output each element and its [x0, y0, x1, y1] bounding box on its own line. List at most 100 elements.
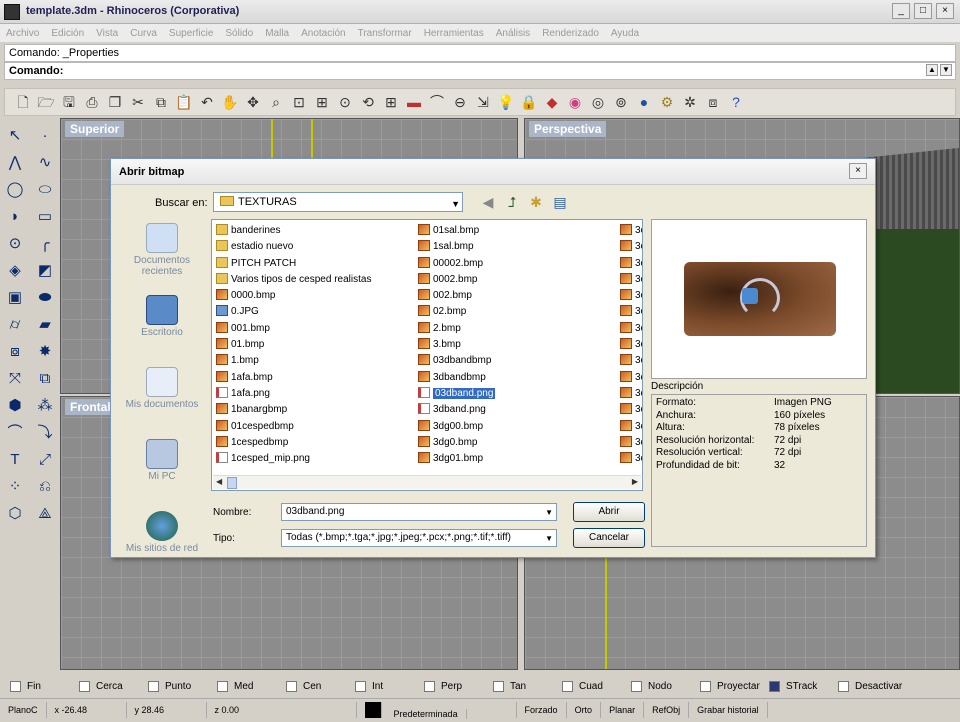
file-item[interactable]: 3c	[618, 288, 642, 304]
rectangle-icon[interactable]: ▭	[32, 205, 58, 229]
twist-icon[interactable]: ⤵	[32, 421, 58, 445]
curve-icon[interactable]: ∿	[32, 151, 58, 175]
file-item[interactable]: 3c	[618, 402, 642, 418]
status-layer[interactable]: Predeterminada	[357, 701, 517, 719]
file-item[interactable]: 002.bmp	[416, 288, 616, 304]
layers-icon[interactable]: ◆	[542, 92, 562, 112]
filename-input[interactable]: 03dband.png ▼	[281, 503, 557, 521]
text-icon[interactable]: T	[2, 448, 28, 472]
osnap-checkbox[interactable]	[355, 680, 366, 692]
ellipse-icon[interactable]: ⬭	[32, 178, 58, 202]
file-item[interactable]: 3c	[618, 272, 642, 288]
file-item[interactable]: 3dbandbmp	[416, 370, 616, 386]
status-snap-forced[interactable]: Forzado	[517, 701, 567, 718]
file-item[interactable]: 001.bmp	[214, 321, 414, 337]
render-icon[interactable]: ⬡	[2, 502, 28, 526]
car-wire-icon[interactable]: ⌒	[427, 92, 447, 112]
osnap-checkbox[interactable]	[700, 680, 711, 692]
osnap-desactivar[interactable]: Desactivar	[838, 680, 907, 692]
osnap-cuad[interactable]: Cuad	[562, 680, 631, 692]
boolean-icon[interactable]: ⧇	[2, 340, 28, 364]
osnap-checkbox[interactable]	[838, 680, 849, 692]
file-item[interactable]: 1afa.png	[214, 386, 414, 402]
bend-icon[interactable]: ⌒	[2, 421, 28, 445]
file-item[interactable]: 3c	[618, 451, 642, 467]
file-item[interactable]: 01.bmp	[214, 337, 414, 353]
file-item[interactable]: 2.bmp	[416, 321, 616, 337]
file-item[interactable]: 1cesped_mip.png	[214, 451, 414, 467]
place-network[interactable]: Mis sitios de red	[119, 511, 205, 579]
osnap-checkbox[interactable]	[79, 680, 90, 692]
file-item[interactable]: 3dg00.bmp	[416, 419, 616, 435]
status-ortho[interactable]: Orto	[567, 701, 602, 718]
undo-icon[interactable]: ↶	[197, 92, 217, 112]
wireframe-sphere-icon[interactable]: ◎	[588, 92, 608, 112]
viewport-label-front[interactable]: Frontal	[65, 399, 116, 415]
color-wheel-icon[interactable]: ◉	[565, 92, 585, 112]
fillet-curve-icon[interactable]: ╭	[32, 232, 58, 256]
chevron-down-icon[interactable]: ▼	[545, 505, 553, 521]
osnap-checkbox[interactable]	[493, 680, 504, 692]
place-my-computer[interactable]: Mi PC	[119, 439, 205, 507]
file-item[interactable]: 3c	[618, 223, 642, 239]
place-recent[interactable]: Documentos recientes	[119, 223, 205, 291]
file-item[interactable]: 3c	[618, 337, 642, 353]
file-list[interactable]: banderines estadio nuevo PITCH PATCH Varios…	[211, 219, 643, 491]
print-icon[interactable]: ⎙	[82, 92, 102, 112]
lock-icon[interactable]: 🔒	[519, 92, 539, 112]
surface-icon[interactable]: ◈	[2, 259, 28, 283]
status-record-history[interactable]: Grabar historial	[689, 701, 768, 718]
menu-renderizado[interactable]: Renderizado	[542, 28, 599, 39]
file-item[interactable]: 3c	[618, 239, 642, 255]
file-item[interactable]: 3c	[618, 256, 642, 272]
back-icon[interactable]: ◀	[479, 193, 497, 211]
analyze-icon[interactable]: ⎌	[32, 475, 58, 499]
osnap-nodo[interactable]: Nodo	[631, 680, 700, 692]
file-item[interactable]: 3c	[618, 370, 642, 386]
viewport-label-top[interactable]: Superior	[65, 121, 125, 137]
move-view-icon[interactable]: ✥	[243, 92, 263, 112]
menu-vista[interactable]: Vista	[96, 28, 118, 39]
four-viewports-icon[interactable]: ⊞	[381, 92, 401, 112]
array-icon[interactable]: ⁘	[2, 475, 28, 499]
explode-icon[interactable]: ✸	[32, 340, 58, 364]
file-item[interactable]: 02.bmp	[416, 304, 616, 320]
open-button[interactable]: Abrir	[573, 502, 645, 522]
scroll-left-icon[interactable]: ◀	[216, 477, 222, 486]
menu-archivo[interactable]: Archivo	[6, 28, 39, 39]
zoom-extents-icon[interactable]: ⊞	[312, 92, 332, 112]
menu-solido[interactable]: Sólido	[225, 28, 253, 39]
select-icon[interactable]: ⇲	[473, 92, 493, 112]
viewport-label-perspective[interactable]: Perspectiva	[529, 121, 607, 137]
dialog-close-button[interactable]: ×	[849, 163, 867, 179]
rotate-view-icon[interactable]: ⟲	[358, 92, 378, 112]
menu-anotacion[interactable]: Anotación	[301, 28, 345, 39]
status-planar[interactable]: Planar	[601, 701, 645, 718]
file-list-scrollbar[interactable]: ◀ ▶	[213, 475, 641, 489]
file-item[interactable]: 3c	[618, 304, 642, 320]
file-item[interactable]: 00002.bmp	[416, 256, 616, 272]
osnap-proyectar[interactable]: Proyectar	[700, 680, 769, 692]
osnap-checkbox[interactable]	[424, 680, 435, 692]
menu-curva[interactable]: Curva	[130, 28, 157, 39]
scroll-up-icon[interactable]: ▲	[926, 64, 938, 76]
point-icon[interactable]: ·	[32, 124, 58, 148]
help-icon[interactable]: ?	[726, 92, 746, 112]
settings-icon[interactable]: ✲	[680, 92, 700, 112]
osnap-cerca[interactable]: Cerca	[79, 680, 148, 692]
select-arrow-icon[interactable]: ↖	[2, 124, 28, 148]
osnap-perp[interactable]: Perp	[424, 680, 493, 692]
arc-icon[interactable]: ◗	[2, 205, 28, 229]
file-item[interactable]: 3c	[618, 435, 642, 451]
place-my-documents[interactable]: Mis documentos	[119, 367, 205, 435]
file-item[interactable]: estadio nuevo	[214, 239, 414, 255]
file-item[interactable]: 0000.bmp	[214, 288, 414, 304]
chevron-down-icon[interactable]: ▼	[451, 195, 460, 213]
file-item[interactable]: Varios tipos de cesped realistas	[214, 272, 414, 288]
copy-obj-icon[interactable]: ⧉	[32, 367, 58, 391]
cut-icon[interactable]: ✂	[128, 92, 148, 112]
file-item[interactable]: 3dband.png	[416, 402, 616, 418]
network-icon[interactable]: ⧈	[703, 92, 723, 112]
file-item[interactable]: 3dg01.bmp	[416, 451, 616, 467]
file-item[interactable]: 3c	[618, 353, 642, 369]
